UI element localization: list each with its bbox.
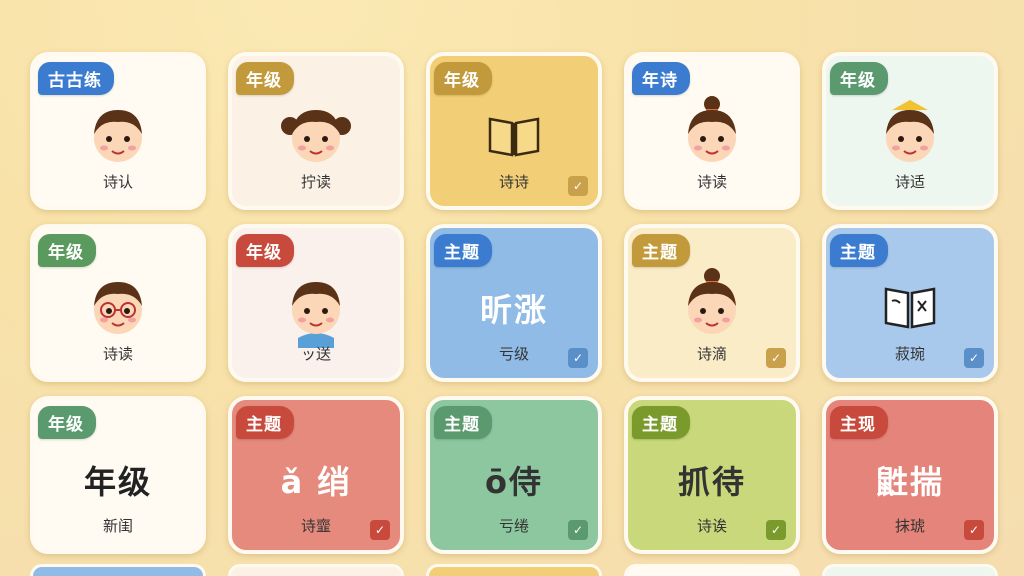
card-caption: 诗适 [894, 173, 925, 191]
partial-card[interactable] [426, 564, 602, 576]
card-caption: 诗读 [102, 345, 133, 363]
lesson-card[interactable]: 年诗 诗读 [624, 52, 800, 210]
check-badge-icon: ✓ [568, 348, 588, 368]
card-caption: 新闺 [102, 517, 133, 535]
card-tag: 年级 [830, 62, 888, 95]
check-badge-icon: ✓ [568, 520, 588, 540]
card-main-text: 抓待 [628, 450, 796, 510]
check-badge-icon: ✓ [766, 348, 786, 368]
child-avatar-icon [34, 278, 202, 338]
lesson-card[interactable]: 主题 ǎ 绡诗韲 ✓ [228, 396, 404, 554]
child-avatar-icon [34, 106, 202, 166]
card-tag: 主现 [830, 406, 888, 439]
card-tag: 年级 [434, 62, 492, 95]
card-big-text: 年级 [83, 463, 152, 501]
lesson-card[interactable]: 主题 诗滴 ✓ [624, 224, 800, 382]
card-tag: 年级 [236, 62, 294, 95]
card-tag: 年级 [38, 406, 96, 439]
child-avatar-icon [826, 100, 994, 166]
card-main-text: ō侍 [430, 450, 598, 510]
lesson-card[interactable]: 年级 诗适 [822, 52, 998, 210]
card-tag: 主题 [434, 234, 492, 267]
card-tag: 古古练 [38, 62, 114, 95]
open-book-icon [826, 278, 994, 338]
card-caption: 诗认 [102, 173, 133, 191]
card-tag: 主题 [236, 406, 294, 439]
partial-card[interactable] [30, 564, 206, 576]
child-avatar-icon [628, 96, 796, 166]
card-big-text: ǎ 绡 [280, 463, 352, 501]
card-tag: 年诗 [632, 62, 690, 95]
card-caption: 拧读 [300, 173, 331, 191]
card-tag: 年级 [236, 234, 294, 267]
lesson-card[interactable]: 主题 昕涨 亏级 ✓ [426, 224, 602, 382]
lesson-card[interactable]: 主现 鼪揣 抹琥 ✓ [822, 396, 998, 554]
card-main-text: ǎ 绡 [232, 450, 400, 510]
check-badge-icon: ✓ [964, 520, 984, 540]
card-main-text: 昕涨 [430, 278, 598, 338]
lesson-card[interactable]: 年级 拧读 [228, 52, 404, 210]
card-main-text: 年级 [34, 450, 202, 510]
card-tag: 主题 [632, 234, 690, 267]
lesson-card[interactable]: 古古练 诗认 [30, 52, 206, 210]
card-caption: 诗读 [696, 173, 727, 191]
lesson-card[interactable]: 主题 菽琬 ✓ [822, 224, 998, 382]
partial-card[interactable] [822, 564, 998, 576]
child-avatar-icon [232, 278, 400, 348]
lesson-card[interactable]: 主题 ō侍 亏绻 ✓ [426, 396, 602, 554]
card-tag: 主题 [632, 406, 690, 439]
card-big-text: 昕涨 [479, 291, 548, 329]
card-big-text: 抓待 [677, 463, 746, 501]
child-avatar-icon [232, 106, 400, 166]
lesson-card[interactable]: 年级 诗诗 ✓ [426, 52, 602, 210]
card-big-text: ō侍 [485, 463, 543, 501]
partial-card[interactable] [624, 564, 800, 576]
lesson-card[interactable]: 年级 诗读 [30, 224, 206, 382]
card-big-text: 鼪揣 [875, 463, 944, 501]
card-main-text: 鼪揣 [826, 450, 994, 510]
check-badge-icon: ✓ [766, 520, 786, 540]
book-icon [430, 106, 598, 166]
partial-card[interactable] [228, 564, 404, 576]
check-badge-icon: ✓ [964, 348, 984, 368]
card-tag: 年级 [38, 234, 96, 267]
child-avatar-icon [628, 268, 796, 338]
lesson-card[interactable]: 年级 年级 新闺 [30, 396, 206, 554]
lesson-card-grid: 古古练 诗认 年级 拧读 年级 诗诗 ✓ 年诗 诗读 年级 诗适 年级 诗读 年… [30, 52, 998, 554]
check-badge-icon: ✓ [568, 176, 588, 196]
lesson-card[interactable]: 年级 ッ送 [228, 224, 404, 382]
check-badge-icon: ✓ [370, 520, 390, 540]
card-tag: 主题 [830, 234, 888, 267]
card-caption: ッ送 [300, 345, 331, 363]
lesson-card[interactable]: 主题 抓待 诗诶 ✓ [624, 396, 800, 554]
card-tag: 主题 [434, 406, 492, 439]
